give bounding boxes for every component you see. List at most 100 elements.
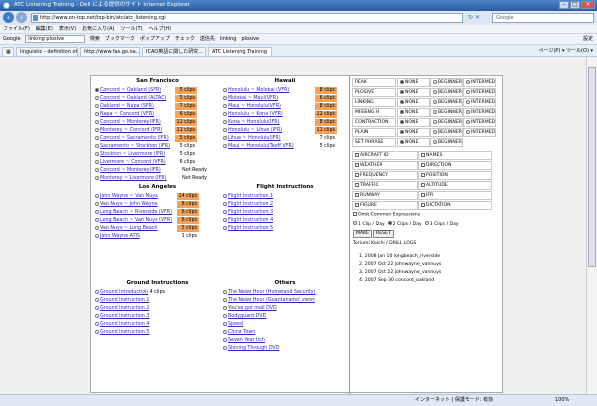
scrollbar[interactable]: [586, 57, 597, 394]
level-radio[interactable]: [466, 79, 470, 84]
route-radio[interactable]: [95, 321, 99, 326]
level-option[interactable]: BEGINNER: [430, 78, 463, 87]
frequency-radio[interactable]: [353, 221, 357, 225]
route-radio[interactable]: [95, 289, 99, 294]
route-radio[interactable]: [223, 201, 227, 206]
flight-link[interactable]: Flight Instruction 4: [228, 218, 273, 223]
route-radio[interactable]: [95, 167, 99, 172]
others-link[interactable]: You've got mail DVD: [228, 306, 277, 311]
reset-button[interactable]: RESET: [373, 230, 394, 238]
google-toolbar-item-5[interactable]: linking: [220, 36, 237, 42]
ground-link[interactable]: Ground Instruction 1: [100, 298, 149, 303]
level-radio[interactable]: [400, 139, 404, 144]
level-option[interactable]: NONE: [397, 138, 430, 147]
route-radio[interactable]: [223, 135, 227, 140]
level-option[interactable]: NONE: [397, 78, 430, 87]
google-toolbar-item-1[interactable]: ブックマーク: [105, 36, 135, 42]
route-radio[interactable]: [95, 209, 99, 214]
scrollbar-thumb[interactable]: [588, 67, 596, 267]
level-radio[interactable]: [400, 89, 404, 94]
category-checkbox[interactable]: TRAFFIC: [352, 181, 418, 190]
ground-link[interactable]: Ground Instruction 5: [100, 330, 149, 335]
sf-link[interactable]: Monterey ~ Concord (IFR): [100, 128, 162, 133]
level-option[interactable]: INTERMED: [463, 108, 496, 117]
google-toolbar-item-0[interactable]: 検索: [90, 36, 100, 42]
level-option[interactable]: INTERMED: [463, 128, 496, 137]
category-checkbox[interactable]: FIGURE: [352, 201, 418, 210]
route-radio[interactable]: [223, 305, 227, 310]
frequency-radio[interactable]: [424, 221, 429, 225]
level-option[interactable]: BEGINNER: [430, 108, 463, 117]
level-radio[interactable]: [433, 89, 437, 94]
route-radio[interactable]: [223, 321, 227, 326]
route-radio[interactable]: [95, 87, 99, 92]
checkbox-box[interactable]: [421, 192, 425, 197]
route-radio[interactable]: [223, 337, 227, 342]
menu-item-2[interactable]: 表示(V): [59, 26, 76, 32]
category-checkbox[interactable]: AIRCRAFT ID: [352, 151, 418, 160]
route-radio[interactable]: [223, 297, 227, 302]
frequency-option[interactable]: 1 Clip / Day: [353, 221, 385, 227]
checkbox-box[interactable]: [355, 202, 359, 207]
sf-link[interactable]: Concord ~ Sacramento (IFR): [100, 136, 169, 141]
others-link[interactable]: Bodyguard DVD: [228, 314, 266, 319]
level-option[interactable]: INTERMED: [463, 118, 496, 127]
maximize-button[interactable]: □: [570, 1, 580, 9]
url-input[interactable]: http://www.on-top.net/top-bin/atc/atc_li…: [31, 13, 463, 23]
flight-link[interactable]: Flight Instruction 1: [228, 194, 273, 199]
sf-link[interactable]: Livermore ~ Concord (VFR): [100, 160, 166, 165]
sf-link[interactable]: Concord ~ Monterey(IFR): [100, 120, 161, 125]
level-option[interactable]: NONE: [397, 88, 430, 97]
google-toolbar-item-2[interactable]: ポップアップ: [140, 36, 170, 42]
route-radio[interactable]: [223, 329, 227, 334]
tab-2[interactable]: http://www.fas.go.na...: [80, 47, 140, 56]
level-radio[interactable]: [400, 99, 404, 104]
sf-link[interactable]: Stockton ~ Livermore (IFR): [100, 152, 165, 157]
route-radio[interactable]: [95, 95, 99, 100]
route-radio[interactable]: [223, 225, 227, 230]
route-radio[interactable]: [223, 313, 227, 318]
others-link[interactable]: The News Hour (Guantanamo' view): [228, 298, 315, 303]
category-checkbox[interactable]: DICTATION: [418, 201, 492, 210]
route-radio[interactable]: [95, 127, 99, 132]
route-radio[interactable]: [223, 119, 227, 124]
route-radio[interactable]: [223, 193, 227, 198]
frequency-option[interactable]: 2 Clips / Day: [387, 221, 422, 227]
others-link[interactable]: The News Hour (Homeland Security): [228, 290, 316, 295]
others-link[interactable]: Seven Year Itch: [228, 338, 265, 343]
quick-tabs-icon[interactable]: ▦: [2, 47, 14, 56]
route-radio[interactable]: [223, 103, 227, 108]
level-radio[interactable]: [466, 109, 470, 114]
tab-3[interactable]: ICAO英語に関した研究...: [142, 47, 206, 56]
level-radio[interactable]: [466, 129, 470, 134]
menu-item-1[interactable]: 編集(E): [36, 26, 53, 32]
hawaii-link[interactable]: Lihue ~ Honolulu(IFR): [228, 136, 281, 141]
checkbox-box[interactable]: [421, 202, 425, 207]
route-radio[interactable]: [95, 151, 99, 156]
route-radio[interactable]: [95, 143, 99, 148]
category-checkbox[interactable]: WEATHER: [352, 161, 418, 170]
level-option[interactable]: BEGINNER: [430, 118, 463, 127]
level-option[interactable]: BEGINNER: [430, 88, 463, 97]
sf-link[interactable]: Sacramento ~ Stockton (IFR): [100, 144, 170, 149]
back-button[interactable]: ‹: [3, 12, 14, 23]
level-option[interactable]: NONE: [397, 118, 430, 127]
sf-link[interactable]: Napa ~ Concord (VFR): [100, 112, 154, 117]
google-toolbar-item-6[interactable]: plosive: [241, 36, 259, 42]
tab-4[interactable]: ATC Listening Training: [208, 47, 272, 56]
route-radio[interactable]: [95, 225, 99, 230]
search-input[interactable]: Google: [492, 13, 594, 23]
google-search-input[interactable]: linking plosive: [25, 34, 86, 43]
level-radio[interactable]: [433, 79, 437, 84]
level-radio[interactable]: [400, 109, 404, 114]
route-radio[interactable]: [95, 217, 99, 222]
level-option[interactable]: INTERMED: [463, 88, 496, 97]
category-checkbox[interactable]: RUNWAY: [352, 191, 418, 200]
route-radio[interactable]: [95, 313, 99, 318]
la-link[interactable]: Long Beach ~ Riverside (VFR): [100, 210, 172, 215]
omit-common-checkbox[interactable]: Omit Common Expressions: [353, 212, 420, 218]
hawaii-link[interactable]: Honolulu ~ Lihue (IFR): [228, 128, 282, 133]
route-radio[interactable]: [95, 193, 99, 198]
hawaii-link[interactable]: Kona ~ Honolulu(IFR): [228, 120, 279, 125]
route-radio[interactable]: [223, 143, 227, 148]
